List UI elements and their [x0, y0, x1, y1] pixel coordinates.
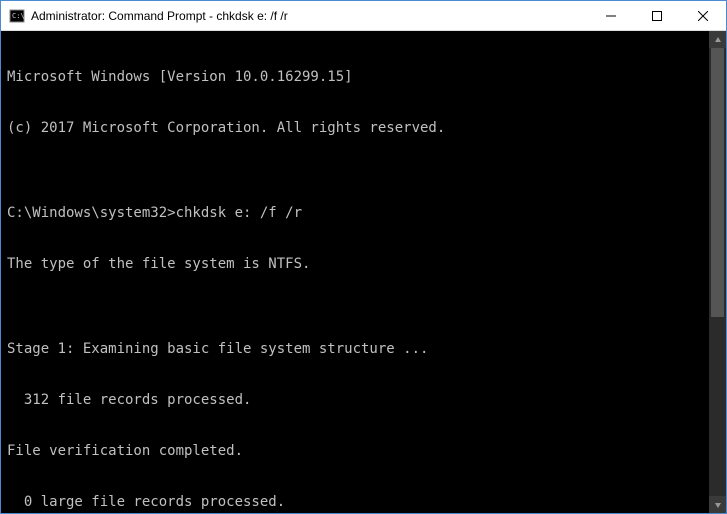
close-button[interactable] [680, 1, 726, 30]
scrollbar-thumb[interactable] [711, 48, 724, 317]
output-line: Stage 1: Examining basic file system str… [7, 341, 709, 358]
window-controls [588, 1, 726, 30]
minimize-button[interactable] [588, 1, 634, 30]
output-line: 312 file records processed. [7, 392, 709, 409]
window-title: Administrator: Command Prompt - chkdsk e… [31, 9, 588, 23]
window-titlebar: C:\ Administrator: Command Prompt - chkd… [1, 1, 726, 31]
vertical-scrollbar[interactable] [709, 31, 726, 513]
terminal-output[interactable]: Microsoft Windows [Version 10.0.16299.15… [1, 31, 709, 513]
scroll-up-button[interactable] [709, 31, 726, 48]
client-area: Microsoft Windows [Version 10.0.16299.15… [1, 31, 726, 513]
scrollbar-track[interactable] [709, 48, 726, 496]
output-line: 0 large file records processed. [7, 494, 709, 511]
output-line: Microsoft Windows [Version 10.0.16299.15… [7, 69, 709, 86]
maximize-button[interactable] [634, 1, 680, 30]
scroll-down-button[interactable] [709, 496, 726, 513]
output-line: The type of the file system is NTFS. [7, 256, 709, 273]
app-icon: C:\ [9, 8, 25, 24]
output-line: (c) 2017 Microsoft Corporation. All righ… [7, 120, 709, 137]
output-line: File verification completed. [7, 443, 709, 460]
prompt-line: C:\Windows\system32>chkdsk e: /f /r [7, 205, 709, 222]
svg-text:C:\: C:\ [12, 12, 25, 20]
